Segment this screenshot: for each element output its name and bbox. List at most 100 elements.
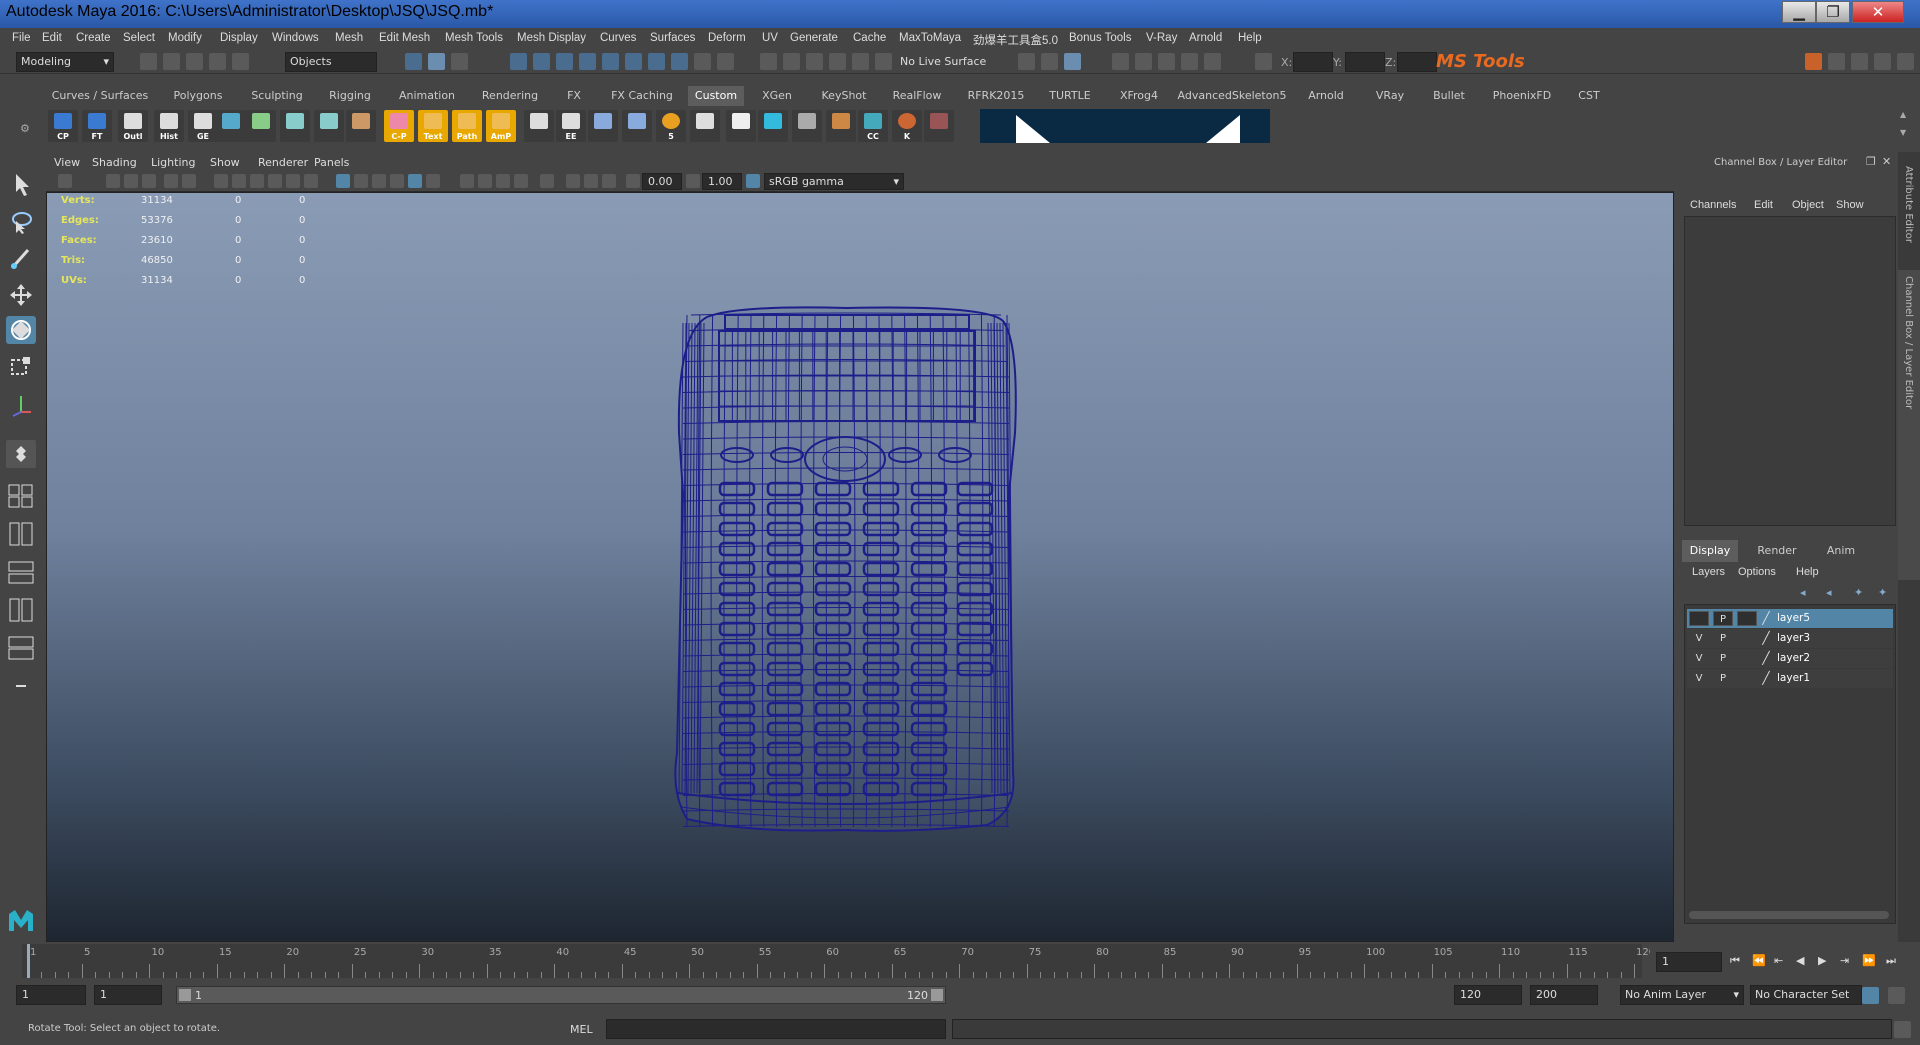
- channel-box-menu-channels[interactable]: Channels: [1690, 199, 1736, 211]
- menu-edit-mesh[interactable]: Edit Mesh: [379, 32, 430, 44]
- layer-editor-toggle-icon[interactable]: [1897, 53, 1914, 70]
- layer-menu-layers[interactable]: Layers: [1692, 566, 1725, 578]
- menu-mesh-tools[interactable]: Mesh Tools: [445, 32, 503, 44]
- close-panel-icon[interactable]: ✕: [1882, 155, 1891, 168]
- visibility-toggle[interactable]: V: [1689, 651, 1709, 666]
- menu-modify[interactable]: Modify: [168, 32, 202, 44]
- script-editor-icon[interactable]: [1894, 1021, 1911, 1038]
- layer-list-scrollbar[interactable]: [1689, 911, 1889, 919]
- layer-color-icon[interactable]: ╱: [1759, 671, 1773, 686]
- layer-row-layer3[interactable]: V P ╱ layer3: [1687, 629, 1893, 648]
- current-frame-marker[interactable]: [27, 944, 30, 978]
- gear-move-icon[interactable]: [588, 110, 618, 142]
- ms-tools-logo[interactable]: MS Tools: [1436, 51, 1525, 72]
- wireframe-on-shaded-icon[interactable]: [372, 174, 386, 188]
- tab-turtle[interactable]: TURTLE: [1038, 86, 1102, 106]
- menu-create[interactable]: Create: [76, 32, 111, 44]
- viewport-menu-show[interactable]: Show: [210, 156, 240, 169]
- isolate-select-icon[interactable]: [540, 174, 554, 188]
- viewport-menu-renderer[interactable]: Renderer: [258, 156, 308, 169]
- render-layer-icon[interactable]: [1181, 53, 1198, 70]
- five-icon[interactable]: 5: [656, 110, 686, 142]
- output-icon[interactable]: [806, 53, 823, 70]
- undo-icon[interactable]: [209, 53, 226, 70]
- script-icon[interactable]: [524, 110, 554, 142]
- snap-surface-icon[interactable]: [602, 53, 619, 70]
- menu-display[interactable]: Display: [220, 32, 258, 44]
- tab-fx-caching[interactable]: FX Caching: [602, 86, 682, 106]
- tab-advancedskeleton5[interactable]: AdvancedSkeleton5: [1174, 86, 1290, 106]
- snap-curve-icon[interactable]: [533, 53, 550, 70]
- range-slider[interactable]: 1 120: [176, 986, 946, 1004]
- tab-bullet[interactable]: Bullet: [1424, 86, 1474, 106]
- magnet-icon[interactable]: [852, 53, 869, 70]
- animation-start-field[interactable]: 1: [16, 985, 86, 1005]
- playback-toggle[interactable]: P: [1713, 651, 1733, 666]
- tab-rfrk2015[interactable]: RFRK2015: [958, 86, 1034, 106]
- cp-text-icon[interactable]: C-P: [384, 110, 414, 142]
- x-field[interactable]: [1293, 52, 1333, 72]
- layout-outliner-icon[interactable]: [6, 596, 36, 624]
- new-layer-selected-icon[interactable]: ✦: [1878, 586, 1887, 599]
- playback-start-field[interactable]: 1: [94, 985, 162, 1005]
- display-type-toggle[interactable]: [1737, 671, 1757, 686]
- float-panel-icon[interactable]: ❐: [1866, 155, 1876, 168]
- backface-icon[interactable]: [602, 174, 616, 188]
- render-frame-icon[interactable]: [1041, 53, 1058, 70]
- smooth-shade-icon[interactable]: [354, 174, 368, 188]
- layout-single-icon[interactable]: [6, 440, 36, 468]
- layer-tab-anim[interactable]: Anim: [1814, 540, 1868, 562]
- cloth-icon[interactable]: [792, 110, 822, 142]
- lock-icon[interactable]: [694, 53, 711, 70]
- viewport-menu-panels[interactable]: Panels: [314, 156, 349, 169]
- playback-end-field[interactable]: 120: [1454, 985, 1522, 1005]
- layer-row-layer1[interactable]: V P ╱ layer1: [1687, 669, 1893, 688]
- camera-attributes-icon[interactable]: [106, 174, 120, 188]
- arnold-render-icon[interactable]: [1204, 53, 1221, 70]
- viewport-menu-shading[interactable]: Shading: [92, 156, 137, 169]
- hypergraph-icon[interactable]: Hist: [154, 110, 184, 142]
- anti-alias-icon[interactable]: [514, 174, 528, 188]
- layer-tab-display[interactable]: Display: [1682, 540, 1738, 562]
- gamma-icon[interactable]: [686, 174, 700, 188]
- textured-icon[interactable]: [390, 174, 404, 188]
- tab-xgen[interactable]: XGen: [750, 86, 804, 106]
- playback-toggle[interactable]: P: [1713, 671, 1733, 686]
- select-object-icon[interactable]: [428, 53, 445, 70]
- close-button[interactable]: ✕: [1852, 1, 1904, 23]
- z-field[interactable]: [1397, 52, 1437, 72]
- tab-rendering[interactable]: Rendering: [472, 86, 548, 106]
- shelf-scroll-down-icon[interactable]: ▼: [1900, 128, 1906, 137]
- xray-icon[interactable]: [408, 174, 422, 188]
- snap-grid-icon[interactable]: [510, 53, 527, 70]
- go-to-end-icon[interactable]: ⏭: [1886, 954, 1896, 968]
- tab-fx[interactable]: FX: [552, 86, 596, 106]
- xray-active-icon[interactable]: [584, 174, 598, 188]
- grid-icon[interactable]: [214, 174, 228, 188]
- phoenix-icon[interactable]: [826, 110, 856, 142]
- auto-key-icon[interactable]: [1862, 987, 1879, 1004]
- outliner-icon[interactable]: Outl: [118, 110, 148, 142]
- paint-select-tool-icon[interactable]: [6, 244, 36, 272]
- tab-arnold[interactable]: Arnold: [1296, 86, 1356, 106]
- menu-5-0[interactable]: 劲爆羊工具盒5.0: [973, 32, 1058, 48]
- shadows-icon[interactable]: [460, 174, 474, 188]
- viewport-3d[interactable]: Verts: 31134 0 0 Edges: 53376 0 0 Faces: 23610 0 0 T…: [46, 192, 1674, 942]
- paint-icon[interactable]: [346, 110, 376, 142]
- layer-menu-options[interactable]: Options: [1738, 566, 1776, 578]
- menu-uv[interactable]: UV: [762, 32, 778, 44]
- node-editor-icon[interactable]: [280, 110, 310, 142]
- safe-action-icon[interactable]: [304, 174, 318, 188]
- field-chart-icon[interactable]: [286, 174, 300, 188]
- attribute-editor-tab[interactable]: Attribute Editor: [1903, 166, 1914, 243]
- anim-layer-dropdown[interactable]: No Anim Layer ▾: [1620, 985, 1744, 1005]
- image-icon[interactable]: [924, 110, 954, 142]
- select-mode-dropdown[interactable]: Objects: [285, 52, 377, 72]
- save-scene-icon[interactable]: [186, 53, 203, 70]
- new-scene-icon[interactable]: [140, 53, 157, 70]
- render-view-icon[interactable]: [1018, 53, 1035, 70]
- exposure-icon[interactable]: [626, 174, 640, 188]
- layout-graph-icon[interactable]: [6, 634, 36, 662]
- channel-box-menu-show[interactable]: Show: [1836, 199, 1864, 211]
- layer-row-layer5[interactable]: P ╱ layer5: [1687, 609, 1893, 628]
